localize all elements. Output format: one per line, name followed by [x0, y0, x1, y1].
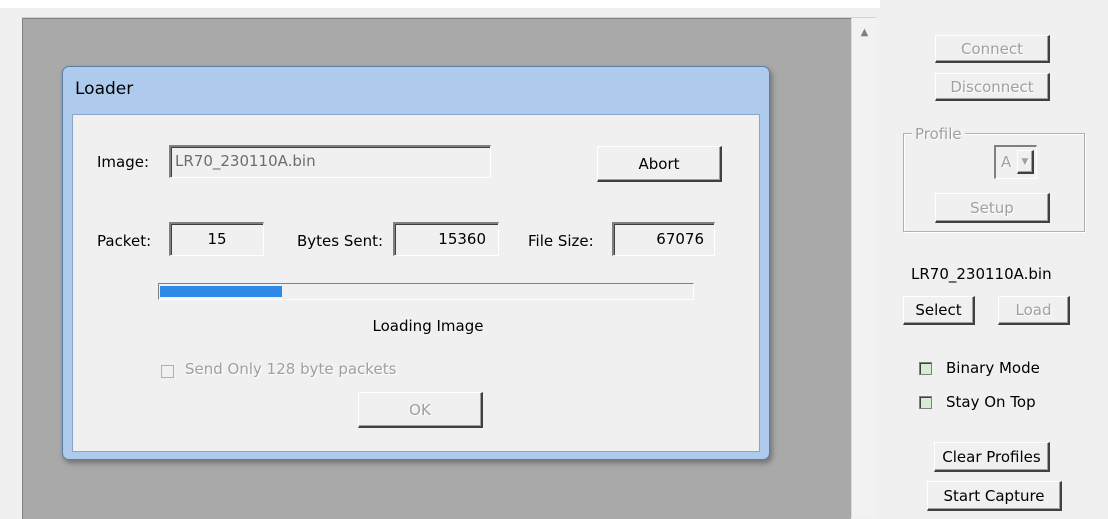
- dialog-client-area: Image: LR70_230110A.bin Abort Packet: 15…: [72, 114, 760, 452]
- packet-label: Packet:: [97, 232, 152, 250]
- abort-button[interactable]: Abort: [597, 146, 722, 182]
- scroll-up-icon[interactable]: ▲: [852, 18, 877, 46]
- file-size-field: 67076: [612, 222, 715, 256]
- send-only-checkbox[interactable]: [161, 365, 174, 378]
- send-only-label: Send Only 128 byte packets: [185, 360, 397, 378]
- packet-field: 15: [169, 222, 264, 256]
- profile-combo[interactable]: A ▼: [994, 145, 1037, 179]
- progress-fill: [160, 286, 282, 297]
- image-field[interactable]: LR70_230110A.bin: [169, 145, 491, 178]
- connect-button[interactable]: Connect: [935, 35, 1050, 63]
- binary-mode-checkbox[interactable]: [919, 362, 932, 375]
- file-size-label: File Size:: [528, 232, 594, 250]
- setup-button[interactable]: Setup: [935, 193, 1050, 223]
- stay-on-top-checkbox[interactable]: [919, 396, 932, 409]
- image-label: Image:: [97, 153, 150, 171]
- dialog-title: Loader: [75, 79, 134, 99]
- status-text: Loading Image: [372, 317, 484, 335]
- bytes-sent-label: Bytes Sent:: [297, 232, 384, 250]
- bytes-sent-field: 15360: [393, 222, 499, 256]
- clear-profiles-button[interactable]: Clear Profiles: [934, 442, 1050, 472]
- binary-mode-label: Binary Mode: [946, 359, 1040, 377]
- window-top-edge: [0, 0, 880, 8]
- progress-bar: [158, 283, 694, 300]
- load-button[interactable]: Load: [998, 296, 1070, 325]
- start-capture-button[interactable]: Start Capture: [927, 481, 1062, 511]
- ok-button[interactable]: OK: [358, 392, 483, 428]
- chevron-down-icon[interactable]: ▼: [1017, 150, 1034, 174]
- loader-dialog: Loader Image: LR70_230110A.bin Abort Pac…: [62, 66, 770, 460]
- disconnect-button[interactable]: Disconnect: [935, 73, 1050, 101]
- vertical-scrollbar[interactable]: ▲: [851, 18, 877, 518]
- select-button[interactable]: Select: [903, 296, 975, 325]
- profile-value: A: [1001, 153, 1012, 171]
- profile-label: Profile: [912, 125, 965, 143]
- loaded-file-name: LR70_230110A.bin: [911, 265, 1052, 283]
- stay-on-top-label: Stay On Top: [946, 393, 1036, 411]
